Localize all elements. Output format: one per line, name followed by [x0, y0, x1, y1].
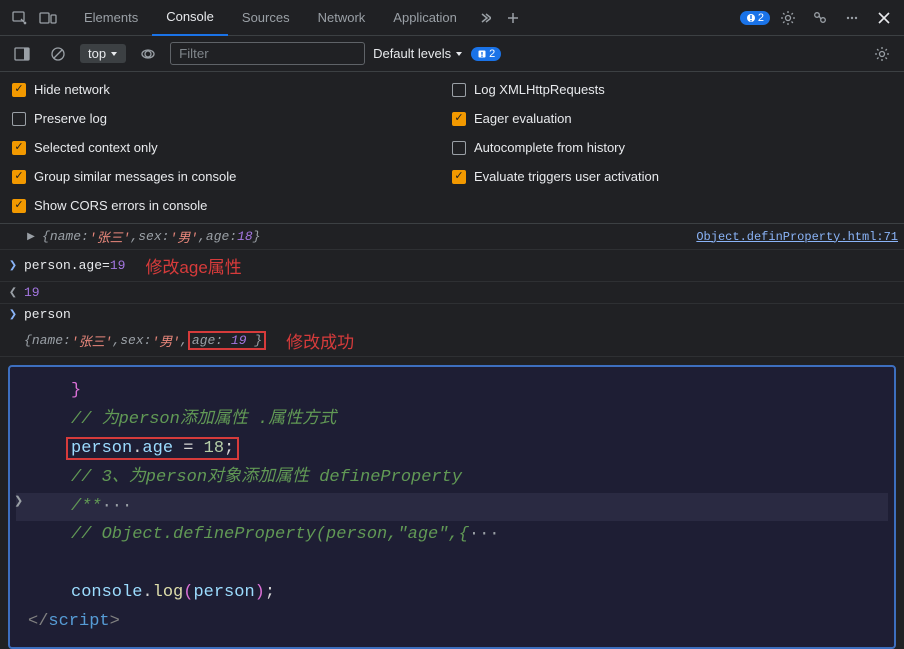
checkbox-row[interactable]: ✓ Show CORS errors in console: [12, 198, 452, 213]
live-expression-icon[interactable]: [134, 40, 162, 68]
levels-select[interactable]: Default levels: [373, 46, 463, 61]
device-icon[interactable]: [34, 4, 62, 32]
input-arrow-icon: ❯: [6, 260, 20, 272]
checkbox-unchecked-icon[interactable]: [12, 112, 26, 126]
checkbox-row[interactable]: ✓ Eager evaluation: [452, 111, 892, 126]
checkbox-label: Group similar messages in console: [34, 169, 236, 184]
expand-arrow-icon[interactable]: ▶: [24, 231, 38, 243]
checkbox-row[interactable]: Autocomplete from history: [452, 140, 892, 155]
checkbox-row[interactable]: Preserve log: [12, 111, 452, 126]
checkbox-label: Preserve log: [34, 111, 107, 126]
checkbox-label: Show CORS errors in console: [34, 198, 207, 213]
tabs-bar: Elements Console Sources Network Applica…: [0, 0, 904, 36]
tab-elements[interactable]: Elements: [70, 0, 152, 36]
console-settings-panel: ✓ Hide network Preserve log ✓ Selected conte…: [0, 72, 904, 224]
code-editor[interactable]: } // 为person添加属性 .属性方式 person.age = 18; …: [8, 365, 896, 649]
checkbox-row[interactable]: ✓ Selected context only: [12, 140, 452, 155]
log-object-row: { name: '张三' , sex: '男' , age: 19 } 修改成功: [0, 325, 904, 357]
filter-bar: top Default levels 2: [0, 36, 904, 72]
console-settings-icon[interactable]: [868, 40, 896, 68]
filter-input[interactable]: [170, 42, 365, 65]
tab-console[interactable]: Console: [152, 0, 228, 36]
checkbox-checked-icon[interactable]: ✓: [12, 199, 26, 213]
checkbox-label: Evaluate triggers user activation: [474, 169, 659, 184]
checkbox-unchecked-icon[interactable]: [452, 83, 466, 97]
add-tab-icon[interactable]: [499, 4, 527, 32]
checkbox-checked-icon[interactable]: ✓: [12, 83, 26, 97]
checkbox-label: Log XMLHttpRequests: [474, 82, 605, 97]
clear-console-icon[interactable]: [44, 40, 72, 68]
checkbox-checked-icon[interactable]: ✓: [12, 170, 26, 184]
experiments-icon[interactable]: [806, 4, 834, 32]
checkbox-row[interactable]: ✓ Evaluate triggers user activation: [452, 169, 892, 184]
log-output-row: ❮ 19: [0, 282, 904, 304]
issues-badge[interactable]: 2: [471, 47, 501, 61]
tab-application[interactable]: Application: [379, 0, 471, 36]
checkbox-row[interactable]: ✓ Hide network: [12, 82, 452, 97]
annotation-text: 修改成功: [286, 328, 354, 353]
checkbox-row[interactable]: ✓ Group similar messages in console: [12, 169, 452, 184]
annotation-text: 修改age属性: [145, 253, 241, 278]
checkbox-checked-icon[interactable]: ✓: [12, 141, 26, 155]
inspect-icon[interactable]: [6, 4, 34, 32]
tab-sources[interactable]: Sources: [228, 0, 304, 36]
sidebar-toggle-icon[interactable]: [8, 40, 36, 68]
output-arrow-icon: ❮: [6, 287, 20, 299]
checkbox-label: Autocomplete from history: [474, 140, 625, 155]
more-tabs-icon[interactable]: [471, 4, 499, 32]
checkbox-unchecked-icon[interactable]: [452, 141, 466, 155]
settings-gear-icon[interactable]: [774, 4, 802, 32]
checkbox-checked-icon[interactable]: ✓: [452, 170, 466, 184]
input-arrow-icon: ❯: [6, 309, 20, 321]
checkbox-row[interactable]: Log XMLHttpRequests: [452, 82, 892, 97]
console-log-area: ▶ { name: '张三' , sex: '男' , age: 18 } Ob…: [0, 224, 904, 357]
checkbox-checked-icon[interactable]: ✓: [452, 112, 466, 126]
context-select[interactable]: top: [80, 44, 126, 63]
source-link[interactable]: Object.definProperty.html:71: [696, 230, 898, 244]
close-icon[interactable]: [870, 4, 898, 32]
more-menu-icon[interactable]: [838, 4, 866, 32]
fold-arrow-icon[interactable]: ❯: [14, 493, 23, 512]
log-input-row: ❯ person.age= 19 修改age属性: [0, 250, 904, 282]
checkbox-label: Hide network: [34, 82, 110, 97]
log-input-row: ❯ person: [0, 304, 904, 325]
log-row: ▶ { name: '张三' , sex: '男' , age: 18 } Ob…: [0, 224, 904, 250]
checkbox-label: Eager evaluation: [474, 111, 572, 126]
checkbox-label: Selected context only: [34, 140, 158, 155]
error-badge[interactable]: 2: [740, 11, 770, 25]
tab-network[interactable]: Network: [304, 0, 380, 36]
